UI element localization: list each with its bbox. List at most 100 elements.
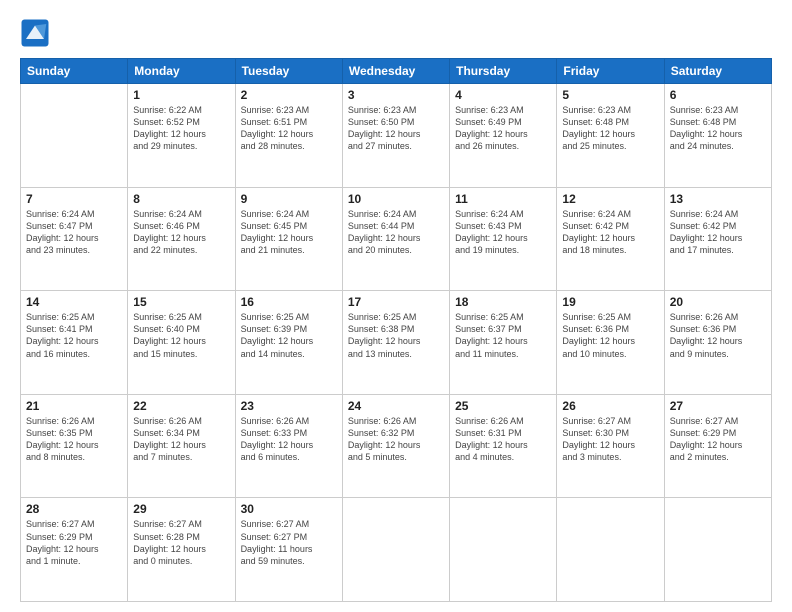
- day-number: 6: [670, 88, 766, 102]
- calendar-cell: [342, 498, 449, 602]
- day-number: 2: [241, 88, 337, 102]
- day-info: Sunrise: 6:22 AM Sunset: 6:52 PM Dayligh…: [133, 104, 229, 153]
- calendar-week-row: 28 Sunrise: 6:27 AM Sunset: 6:29 PM Dayli…: [21, 498, 772, 602]
- calendar-cell: 30 Sunrise: 6:27 AM Sunset: 6:27 PM Dayli…: [235, 498, 342, 602]
- day-number: 1: [133, 88, 229, 102]
- calendar-cell: 18 Sunrise: 6:25 AM Sunset: 6:37 PM Dayli…: [450, 291, 557, 395]
- day-info: Sunrise: 6:23 AM Sunset: 6:51 PM Dayligh…: [241, 104, 337, 153]
- day-info: Sunrise: 6:25 AM Sunset: 6:41 PM Dayligh…: [26, 311, 122, 360]
- day-info: Sunrise: 6:24 AM Sunset: 6:42 PM Dayligh…: [670, 208, 766, 257]
- calendar-cell: 17 Sunrise: 6:25 AM Sunset: 6:38 PM Dayli…: [342, 291, 449, 395]
- calendar-day-header: Wednesday: [342, 59, 449, 84]
- calendar-cell: 4 Sunrise: 6:23 AM Sunset: 6:49 PM Daylig…: [450, 84, 557, 188]
- calendar-week-row: 1 Sunrise: 6:22 AM Sunset: 6:52 PM Daylig…: [21, 84, 772, 188]
- day-info: Sunrise: 6:23 AM Sunset: 6:48 PM Dayligh…: [670, 104, 766, 153]
- day-info: Sunrise: 6:25 AM Sunset: 6:38 PM Dayligh…: [348, 311, 444, 360]
- calendar-cell: 1 Sunrise: 6:22 AM Sunset: 6:52 PM Daylig…: [128, 84, 235, 188]
- day-info: Sunrise: 6:27 AM Sunset: 6:30 PM Dayligh…: [562, 415, 658, 464]
- day-number: 26: [562, 399, 658, 413]
- page-header: [20, 18, 772, 48]
- calendar-cell: 8 Sunrise: 6:24 AM Sunset: 6:46 PM Daylig…: [128, 187, 235, 291]
- day-info: Sunrise: 6:25 AM Sunset: 6:40 PM Dayligh…: [133, 311, 229, 360]
- day-number: 20: [670, 295, 766, 309]
- calendar-cell: [21, 84, 128, 188]
- calendar-cell: 27 Sunrise: 6:27 AM Sunset: 6:29 PM Dayli…: [664, 394, 771, 498]
- calendar-cell: 19 Sunrise: 6:25 AM Sunset: 6:36 PM Dayli…: [557, 291, 664, 395]
- calendar-day-header: Tuesday: [235, 59, 342, 84]
- day-number: 23: [241, 399, 337, 413]
- calendar-cell: 14 Sunrise: 6:25 AM Sunset: 6:41 PM Dayli…: [21, 291, 128, 395]
- calendar-cell: 12 Sunrise: 6:24 AM Sunset: 6:42 PM Dayli…: [557, 187, 664, 291]
- day-number: 27: [670, 399, 766, 413]
- calendar-cell: 10Sunrise: 6:24 AM Sunset: 6:44 PM Dayli…: [342, 187, 449, 291]
- calendar-cell: 3 Sunrise: 6:23 AM Sunset: 6:50 PM Daylig…: [342, 84, 449, 188]
- day-number: 19: [562, 295, 658, 309]
- day-number: 21: [26, 399, 122, 413]
- day-number: 14: [26, 295, 122, 309]
- calendar-cell: 23 Sunrise: 6:26 AM Sunset: 6:33 PM Dayli…: [235, 394, 342, 498]
- day-info: Sunrise: 6:26 AM Sunset: 6:32 PM Dayligh…: [348, 415, 444, 464]
- calendar-cell: [664, 498, 771, 602]
- day-info: Sunrise: 6:26 AM Sunset: 6:33 PM Dayligh…: [241, 415, 337, 464]
- day-info: Sunrise: 6:26 AM Sunset: 6:31 PM Dayligh…: [455, 415, 551, 464]
- calendar-cell: 6 Sunrise: 6:23 AM Sunset: 6:48 PM Daylig…: [664, 84, 771, 188]
- calendar-cell: 25 Sunrise: 6:26 AM Sunset: 6:31 PM Dayli…: [450, 394, 557, 498]
- calendar-day-header: Monday: [128, 59, 235, 84]
- calendar-cell: 11 Sunrise: 6:24 AM Sunset: 6:43 PM Dayli…: [450, 187, 557, 291]
- calendar-week-row: 7Sunrise: 6:24 AM Sunset: 6:47 PM Daylig…: [21, 187, 772, 291]
- day-number: 12: [562, 192, 658, 206]
- day-info: Sunrise: 6:24 AM Sunset: 6:45 PM Dayligh…: [241, 208, 337, 257]
- day-info: Sunrise: 6:24 AM Sunset: 6:42 PM Dayligh…: [562, 208, 658, 257]
- calendar-cell: 9 Sunrise: 6:24 AM Sunset: 6:45 PM Daylig…: [235, 187, 342, 291]
- day-info: Sunrise: 6:26 AM Sunset: 6:34 PM Dayligh…: [133, 415, 229, 464]
- calendar-cell: 29 Sunrise: 6:27 AM Sunset: 6:28 PM Dayli…: [128, 498, 235, 602]
- day-info: Sunrise: 6:24 AM Sunset: 6:46 PM Dayligh…: [133, 208, 229, 257]
- calendar-cell: [557, 498, 664, 602]
- day-info: Sunrise: 6:27 AM Sunset: 6:28 PM Dayligh…: [133, 518, 229, 567]
- day-number: 25: [455, 399, 551, 413]
- calendar-cell: 15 Sunrise: 6:25 AM Sunset: 6:40 PM Dayli…: [128, 291, 235, 395]
- day-info: Sunrise: 6:25 AM Sunset: 6:37 PM Dayligh…: [455, 311, 551, 360]
- day-number: 3: [348, 88, 444, 102]
- day-info: Sunrise: 6:24 AM Sunset: 6:44 PM Dayligh…: [348, 208, 444, 257]
- day-number: 17: [348, 295, 444, 309]
- logo: [20, 18, 53, 48]
- day-number: 15: [133, 295, 229, 309]
- calendar-cell: 26 Sunrise: 6:27 AM Sunset: 6:30 PM Dayli…: [557, 394, 664, 498]
- calendar-day-header: Saturday: [664, 59, 771, 84]
- day-number: 28: [26, 502, 122, 516]
- calendar-week-row: 14 Sunrise: 6:25 AM Sunset: 6:41 PM Dayli…: [21, 291, 772, 395]
- day-number: 30: [241, 502, 337, 516]
- day-info: Sunrise: 6:27 AM Sunset: 6:27 PM Dayligh…: [241, 518, 337, 567]
- calendar-day-header: Thursday: [450, 59, 557, 84]
- day-info: Sunrise: 6:23 AM Sunset: 6:48 PM Dayligh…: [562, 104, 658, 153]
- logo-icon: [20, 18, 50, 48]
- calendar-cell: 24Sunrise: 6:26 AM Sunset: 6:32 PM Dayli…: [342, 394, 449, 498]
- day-number: 9: [241, 192, 337, 206]
- day-info: Sunrise: 6:23 AM Sunset: 6:50 PM Dayligh…: [348, 104, 444, 153]
- day-number: 4: [455, 88, 551, 102]
- day-number: 22: [133, 399, 229, 413]
- calendar-header-row: SundayMondayTuesdayWednesdayThursdayFrid…: [21, 59, 772, 84]
- calendar-cell: [450, 498, 557, 602]
- day-number: 7: [26, 192, 122, 206]
- day-info: Sunrise: 6:25 AM Sunset: 6:39 PM Dayligh…: [241, 311, 337, 360]
- day-info: Sunrise: 6:23 AM Sunset: 6:49 PM Dayligh…: [455, 104, 551, 153]
- day-number: 8: [133, 192, 229, 206]
- calendar-day-header: Friday: [557, 59, 664, 84]
- day-number: 13: [670, 192, 766, 206]
- day-number: 18: [455, 295, 551, 309]
- calendar-table: SundayMondayTuesdayWednesdayThursdayFrid…: [20, 58, 772, 602]
- day-info: Sunrise: 6:25 AM Sunset: 6:36 PM Dayligh…: [562, 311, 658, 360]
- calendar-cell: 7Sunrise: 6:24 AM Sunset: 6:47 PM Daylig…: [21, 187, 128, 291]
- calendar-cell: 2 Sunrise: 6:23 AM Sunset: 6:51 PM Daylig…: [235, 84, 342, 188]
- day-number: 29: [133, 502, 229, 516]
- day-info: Sunrise: 6:24 AM Sunset: 6:43 PM Dayligh…: [455, 208, 551, 257]
- day-info: Sunrise: 6:27 AM Sunset: 6:29 PM Dayligh…: [670, 415, 766, 464]
- day-number: 5: [562, 88, 658, 102]
- day-info: Sunrise: 6:27 AM Sunset: 6:29 PM Dayligh…: [26, 518, 122, 567]
- day-info: Sunrise: 6:26 AM Sunset: 6:35 PM Dayligh…: [26, 415, 122, 464]
- day-number: 11: [455, 192, 551, 206]
- calendar-cell: 22 Sunrise: 6:26 AM Sunset: 6:34 PM Dayli…: [128, 394, 235, 498]
- calendar-week-row: 21 Sunrise: 6:26 AM Sunset: 6:35 PM Dayli…: [21, 394, 772, 498]
